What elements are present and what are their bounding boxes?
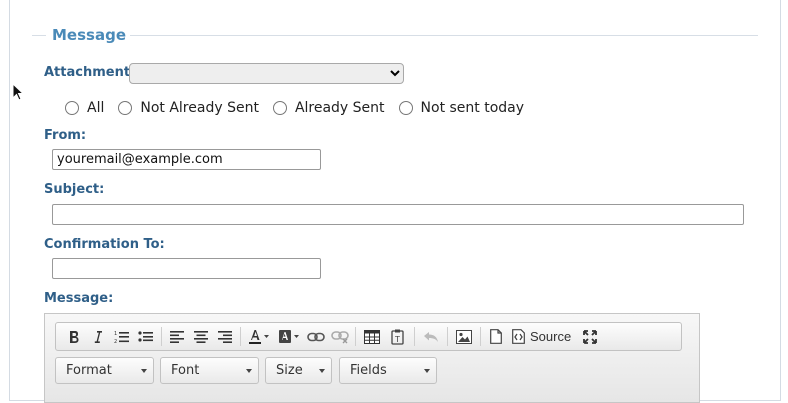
fieldset-border-right <box>130 35 758 36</box>
toolbar-separator <box>355 327 356 346</box>
svg-text:T: T <box>394 335 400 344</box>
align-center-button[interactable] <box>189 325 213 349</box>
toolbar-separator <box>240 327 241 346</box>
table-icon[interactable] <box>359 325 385 349</box>
subject-input[interactable] <box>52 204 744 225</box>
svg-text:1: 1 <box>114 331 117 337</box>
radio-label: Not Already Sent <box>140 100 259 116</box>
chevron-down-icon <box>424 369 430 373</box>
radio-label: Not sent today <box>420 100 525 116</box>
from-input[interactable] <box>52 149 321 170</box>
fields-dropdown-label: Fields <box>350 363 387 378</box>
radio-button[interactable] <box>398 101 413 115</box>
confirmation-label: Confirmation To: <box>44 237 165 252</box>
radio-all[interactable]: All <box>65 100 104 116</box>
toolbar-separator <box>161 327 162 346</box>
bulleted-list-button[interactable] <box>134 325 158 349</box>
background-color-icon[interactable] <box>274 325 304 349</box>
svg-text:2: 2 <box>114 339 117 344</box>
text-color-icon[interactable] <box>244 325 274 349</box>
fields-dropdown[interactable]: Fields <box>339 357 437 384</box>
fieldset-border-left <box>32 35 46 36</box>
toolbar-separator <box>414 327 415 346</box>
radio-label: All <box>87 100 105 116</box>
rich-text-editor: 12 T Source Format Font Size Fields <box>44 313 700 403</box>
fieldset-legend: Message <box>52 26 126 44</box>
maximize-icon[interactable] <box>578 325 602 349</box>
source-icon <box>512 329 525 344</box>
subject-label: Subject: <box>44 182 105 197</box>
radio-not-sent-today[interactable]: Not sent today <box>398 100 525 116</box>
unlink-icon[interactable] <box>328 325 352 349</box>
numbered-list-button[interactable]: 12 <box>110 325 134 349</box>
format-dropdown-label: Format <box>66 363 112 378</box>
undo-icon[interactable] <box>418 325 444 349</box>
align-left-button[interactable] <box>165 325 189 349</box>
attachment-label: Attachment: <box>44 65 136 80</box>
radio-button[interactable] <box>118 101 133 115</box>
radio-label: Already Sent <box>294 100 385 116</box>
from-label: From: <box>44 128 87 143</box>
source-label: Source <box>530 329 572 344</box>
size-dropdown-label: Size <box>276 363 303 378</box>
font-dropdown-label: Font <box>171 363 200 378</box>
format-dropdown[interactable]: Format <box>55 357 154 384</box>
radio-button[interactable] <box>272 101 287 115</box>
send-filter-radio-group: All Not Already Sent Already Sent Not se… <box>65 100 538 116</box>
attachment-select[interactable] <box>129 63 404 84</box>
new-page-icon[interactable] <box>484 325 508 349</box>
radio-button[interactable] <box>65 101 79 115</box>
size-dropdown[interactable]: Size <box>265 357 332 384</box>
source-button[interactable]: Source <box>508 325 578 349</box>
message-label: Message: <box>44 291 114 306</box>
toolbar-separator <box>447 327 448 346</box>
link-icon[interactable] <box>304 325 328 349</box>
align-right-button[interactable] <box>213 325 237 349</box>
mouse-pointer-icon <box>12 83 24 101</box>
chevron-down-icon <box>319 369 325 373</box>
chevron-down-icon <box>141 369 147 373</box>
italic-button[interactable] <box>86 325 110 349</box>
image-icon[interactable] <box>451 325 477 349</box>
paste-text-icon[interactable]: T <box>385 325 411 349</box>
chevron-down-icon <box>246 369 252 373</box>
radio-already-sent[interactable]: Already Sent <box>272 100 385 116</box>
toolbar-separator <box>480 327 481 346</box>
bold-button[interactable] <box>62 325 86 349</box>
confirmation-input[interactable] <box>52 258 321 279</box>
font-dropdown[interactable]: Font <box>160 357 259 384</box>
radio-not-already-sent[interactable]: Not Already Sent <box>118 100 259 116</box>
editor-toolbar: 12 T Source <box>55 322 682 351</box>
